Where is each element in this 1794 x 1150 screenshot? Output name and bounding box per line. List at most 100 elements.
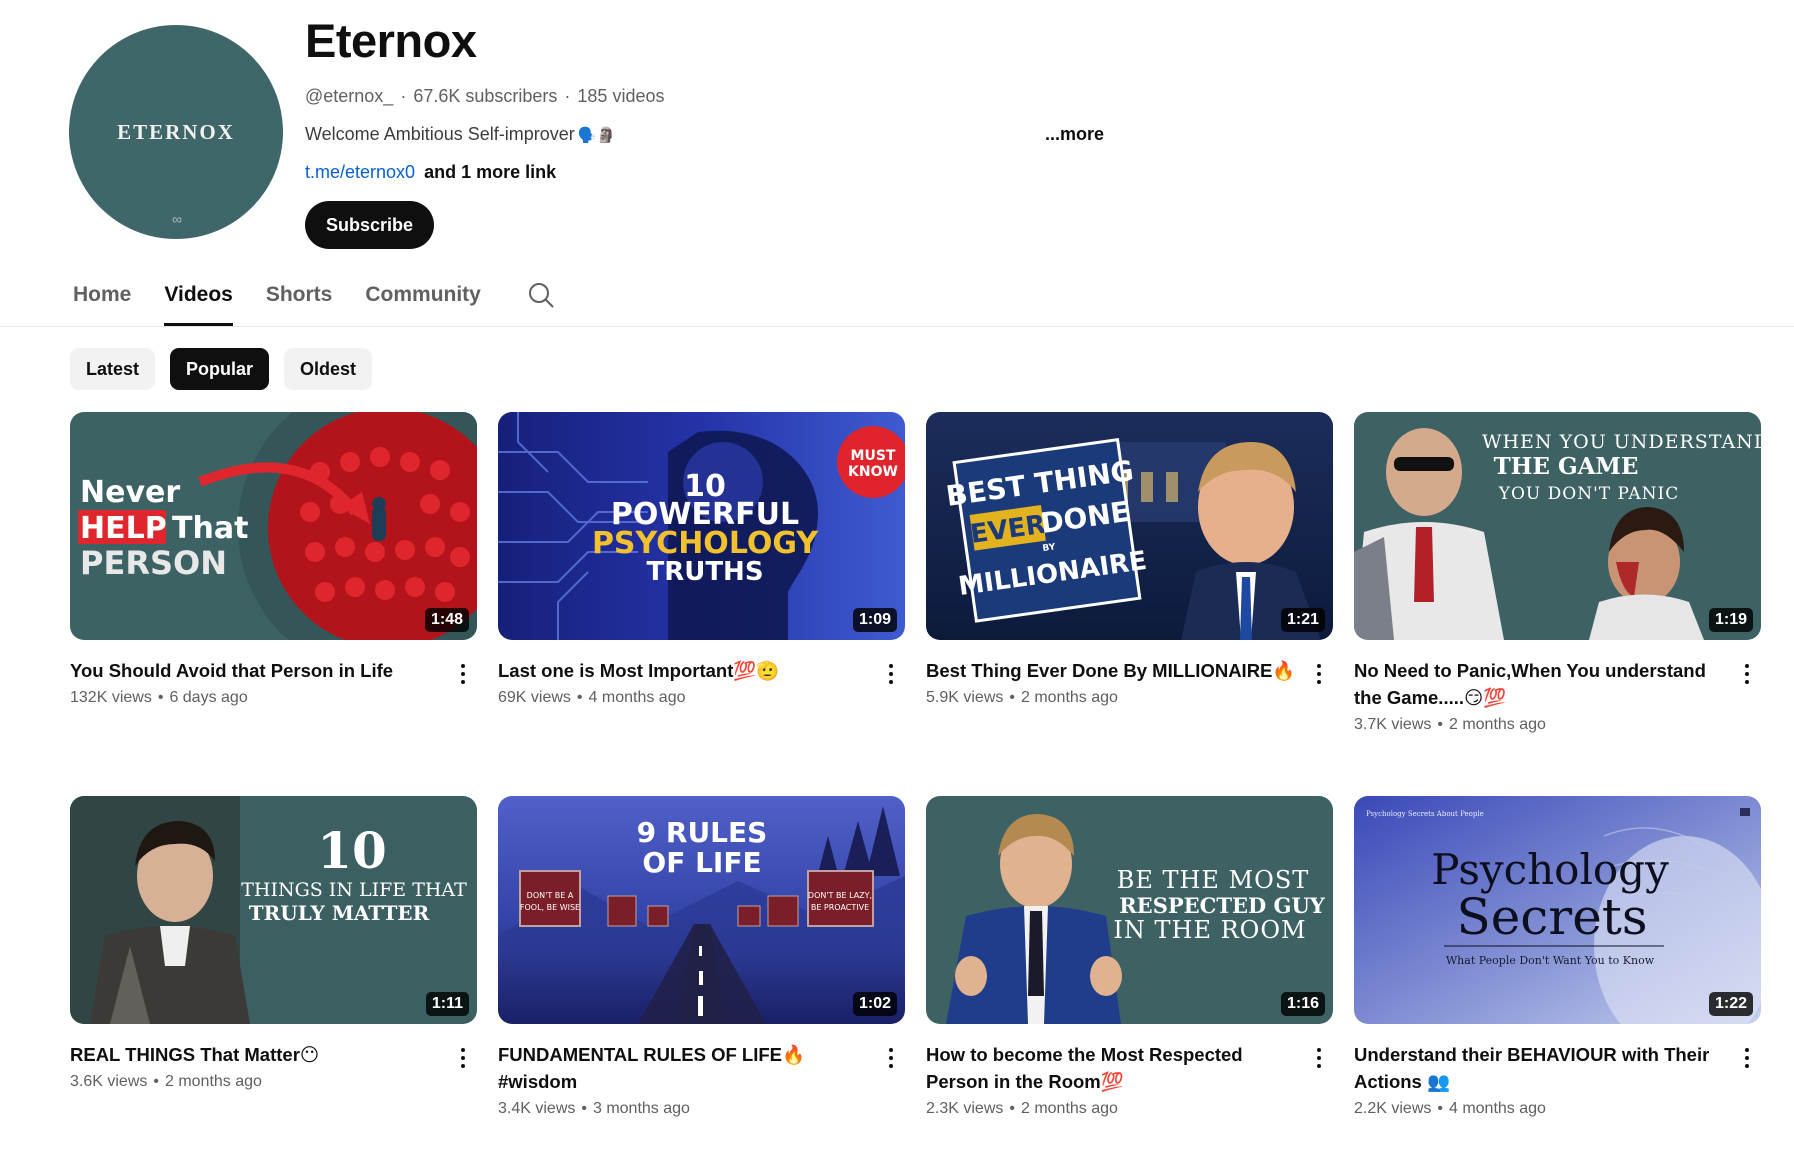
thumb-text: 9 RULES: [637, 816, 768, 849]
more-actions-icon[interactable]: [881, 1043, 901, 1073]
channel-link[interactable]: t.me/eternox0: [305, 162, 415, 182]
separator-dot: •: [1009, 689, 1015, 706]
video-age: 2 months ago: [1020, 1100, 1118, 1117]
video-meta: 3.7K views • 2 months ago: [1354, 716, 1725, 734]
video-meta: 132K views • 6 days ago: [70, 689, 441, 707]
more-actions-icon[interactable]: [453, 1043, 473, 1073]
search-icon[interactable]: [526, 278, 556, 312]
more-actions-icon[interactable]: [1737, 659, 1757, 689]
video-details: No Need to Panic,When You understand the…: [1354, 657, 1761, 734]
video-meta: 2.3K views • 2 months ago: [926, 1100, 1297, 1118]
thumb-text: Secrets: [1456, 888, 1647, 946]
thumb-text: Psychology: [1431, 845, 1669, 894]
video-title[interactable]: You Should Avoid that Person in Life: [70, 657, 441, 684]
more-actions-icon[interactable]: [1309, 659, 1329, 689]
video-meta: 2.2K views • 4 months ago: [1354, 1100, 1725, 1118]
separator-dot: •: [1009, 1100, 1015, 1117]
video-views: 5.9K views: [926, 689, 1004, 706]
separator-dot: ·: [564, 86, 571, 106]
video-thumbnail[interactable]: Never HELP That PERSON 1:48: [70, 412, 477, 640]
video-views: 3.7K views: [1354, 716, 1432, 733]
channel-name: Eternox: [305, 14, 477, 67]
thumb-text: What People Don't Want You to Know: [1446, 954, 1655, 967]
video-thumbnail[interactable]: Psychology Secrets About People Psycholo…: [1354, 796, 1761, 1024]
video-thumbnail[interactable]: DON'T BE A FOOL, BE WISE DON'T BE LAZY, …: [498, 796, 905, 1024]
separator-dot: •: [153, 1073, 159, 1090]
channel-description[interactable]: Welcome Ambitious Self-improver 🗣️🗿 ...m…: [305, 124, 1105, 145]
thumb-badge-text: MUST: [851, 448, 896, 464]
video-title[interactable]: FUNDAMENTAL RULES OF LIFE🔥#wisdom: [498, 1041, 869, 1095]
video-age: 3 months ago: [592, 1100, 690, 1117]
video-grid: Never HELP That PERSON 1:48 You Should A…: [70, 412, 1762, 1150]
channel-avatar[interactable]: ETERNOX ∞: [69, 25, 283, 239]
video-thumbnail[interactable]: MUST KNOW 10 POWERFUL PSYCHOLOGY TRUTHS …: [498, 412, 905, 640]
more-actions-icon[interactable]: [1737, 1043, 1757, 1073]
tab-videos[interactable]: Videos: [164, 278, 234, 328]
thumb-text: BE THE MOST: [1117, 866, 1310, 894]
video-duration: 1:16: [1280, 992, 1325, 1016]
video-thumbnail[interactable]: WHEN YOU UNDERSTAND THE GAME YOU DON'T P…: [1354, 412, 1761, 640]
more-actions-icon[interactable]: [881, 659, 901, 689]
description-emoji: 🗣️🗿: [577, 126, 616, 144]
video-card: 10 THINGS IN LIFE THAT TRULY MATTER 1:11…: [70, 796, 477, 1150]
video-thumbnail[interactable]: 10 THINGS IN LIFE THAT TRULY MATTER 1:11: [70, 796, 477, 1024]
video-age: 2 months ago: [1448, 716, 1546, 733]
separator-dot: •: [1437, 716, 1443, 733]
thumb-text: Psychology Secrets About People: [1366, 810, 1484, 818]
description-more-button[interactable]: ...more: [1045, 124, 1104, 145]
video-thumbnail[interactable]: BEST THING EVER DONE BY MILLIONAIRE 1:21: [926, 412, 1333, 640]
thumb-text: BY: [1042, 542, 1057, 554]
thumb-text: THINGS IN LIFE THAT: [241, 879, 467, 901]
video-card: WHEN YOU UNDERSTAND THE GAME YOU DON'T P…: [1354, 412, 1761, 796]
subscribe-button[interactable]: Subscribe: [305, 201, 435, 249]
thumb-text: That: [172, 511, 248, 546]
video-title[interactable]: Best Thing Ever Done By MILLIONAIRE🔥: [926, 657, 1297, 684]
tab-home[interactable]: Home: [73, 278, 131, 328]
thumb-sign-text: BE PROACTIVE: [811, 903, 869, 912]
video-meta: 5.9K views • 2 months ago: [926, 689, 1297, 707]
thumb-text: THE GAME: [1494, 453, 1639, 480]
thumb-text: Never: [80, 475, 180, 510]
thumb-text: OF LIFE: [642, 846, 761, 879]
chip-oldest[interactable]: Oldest: [284, 348, 373, 390]
video-meta: 3.4K views • 3 months ago: [498, 1100, 869, 1118]
video-duration: 1:19: [1708, 608, 1753, 632]
avatar-mark: ∞: [172, 211, 182, 227]
tab-shorts[interactable]: Shorts: [266, 278, 333, 328]
video-views: 69K views: [498, 689, 571, 706]
video-duration: 1:21: [1280, 608, 1325, 632]
video-meta: 3.6K views • 2 months ago: [70, 1073, 441, 1091]
video-views: 3.6K views: [70, 1073, 148, 1090]
video-title[interactable]: REAL THINGS That Matter😶: [70, 1041, 441, 1068]
more-actions-icon[interactable]: [1309, 1043, 1329, 1073]
thumb-text: PERSON: [80, 544, 227, 582]
video-meta: 69K views • 4 months ago: [498, 689, 869, 707]
channel-info: Eternox @eternox_ · 67.6K subscribers · …: [305, 12, 1105, 249]
video-age: 6 days ago: [169, 689, 248, 706]
tab-community[interactable]: Community: [365, 278, 481, 328]
video-views: 2.2K views: [1354, 1100, 1432, 1117]
more-links-button[interactable]: and 1 more link: [424, 162, 556, 182]
channel-meta: @eternox_ · 67.6K subscribers · 185 vide…: [305, 86, 1105, 107]
video-details: Last one is Most Important💯🫡 69K views •…: [498, 657, 905, 707]
chip-latest[interactable]: Latest: [70, 348, 156, 390]
video-details: Understand their BEHAVIOUR with Their Ac…: [1354, 1041, 1761, 1118]
video-title[interactable]: No Need to Panic,When You understand the…: [1354, 657, 1725, 711]
channel-handle: @eternox_: [305, 86, 394, 106]
video-age: 4 months ago: [1448, 1100, 1546, 1117]
video-thumbnail[interactable]: BE THE MOST RESPECTED GUY IN THE ROOM 1:…: [926, 796, 1333, 1024]
thumb-text: TRUTHS: [646, 557, 763, 587]
video-title[interactable]: How to become the Most Respected Person …: [926, 1041, 1297, 1095]
video-duration: 1:09: [852, 608, 897, 632]
video-title[interactable]: Understand their BEHAVIOUR with Their Ac…: [1354, 1041, 1725, 1095]
video-card: MUST KNOW 10 POWERFUL PSYCHOLOGY TRUTHS …: [498, 412, 905, 796]
chip-popular[interactable]: Popular: [170, 348, 270, 390]
video-duration: 1:11: [425, 992, 469, 1016]
avatar-text: ETERNOX: [117, 119, 235, 144]
thumb-text: YOU DON'T PANIC: [1498, 484, 1680, 504]
video-views: 2.3K views: [926, 1100, 1004, 1117]
video-title[interactable]: Last one is Most Important💯🫡: [498, 657, 869, 684]
channel-links: t.me/eternox0 and 1 more link: [305, 162, 1105, 183]
thumb-text: 10: [317, 821, 387, 880]
more-actions-icon[interactable]: [453, 659, 473, 689]
